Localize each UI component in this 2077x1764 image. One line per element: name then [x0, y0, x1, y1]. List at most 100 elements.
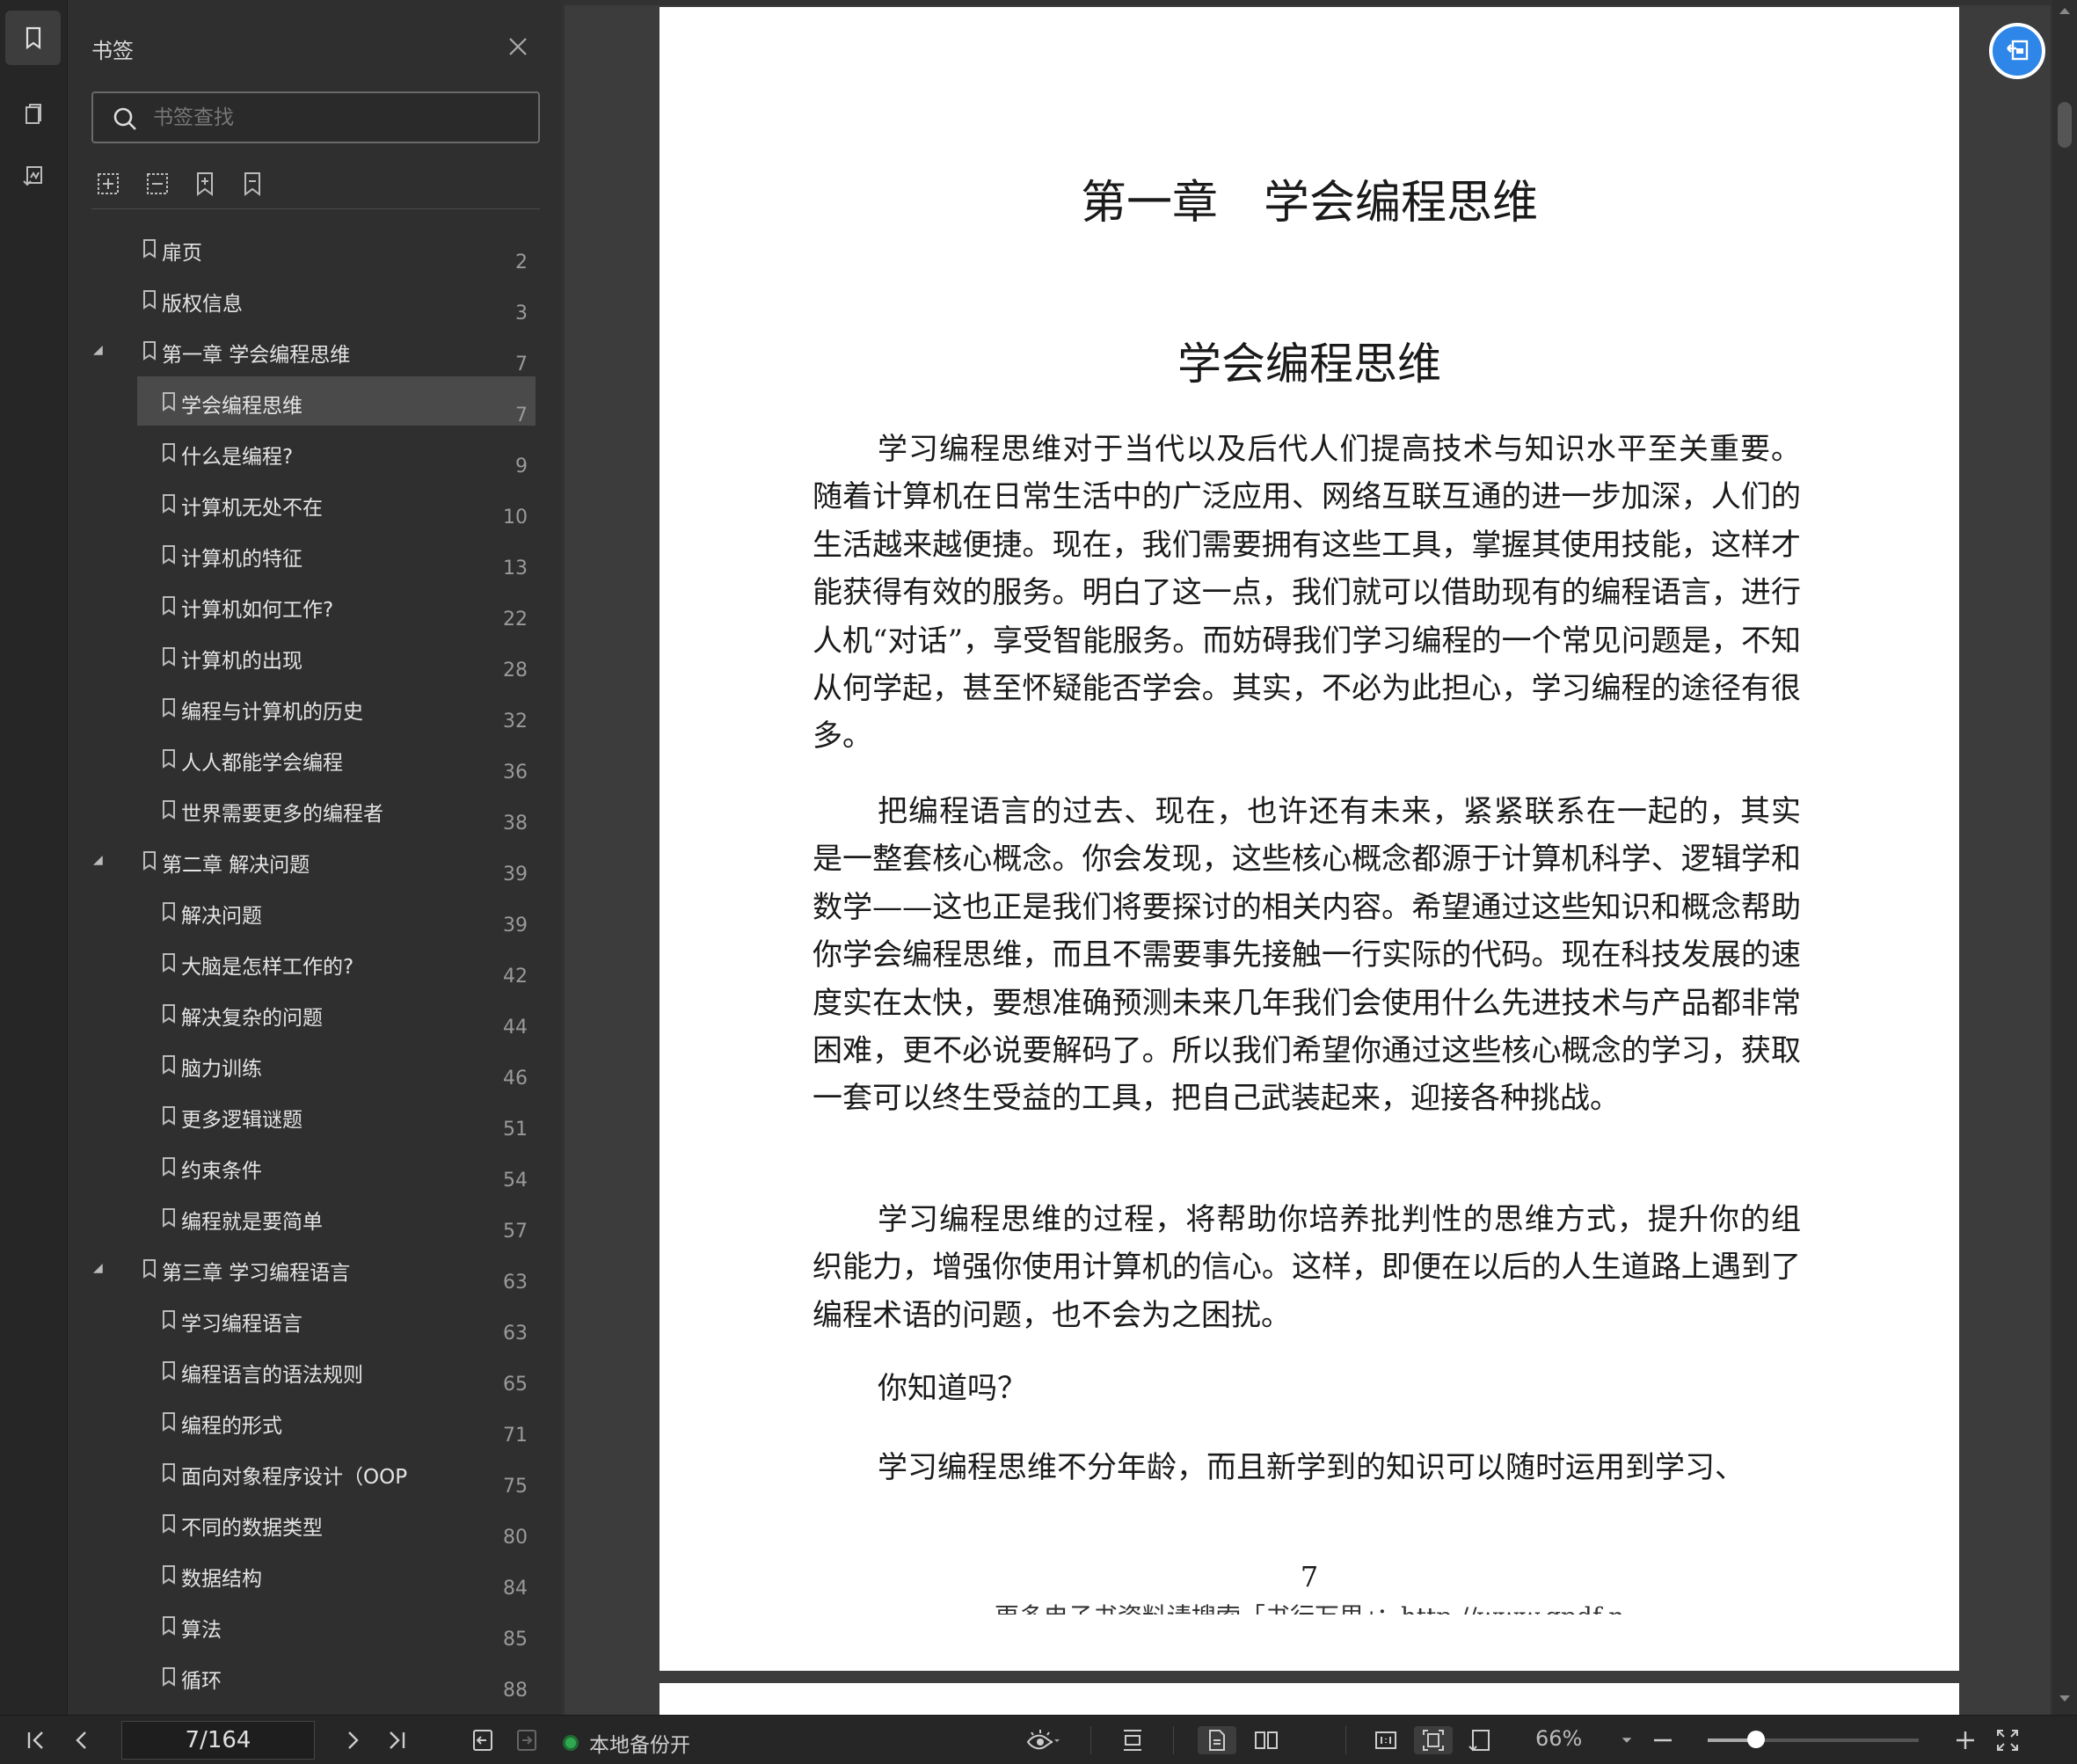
bookmark-item[interactable]: 扉页 2 [69, 222, 543, 273]
bookmark-item[interactable]: ◢ 第二章 解决问题 39 [69, 834, 543, 886]
backup-label: 本地备份开 [589, 1734, 690, 1757]
forward-view-button[interactable] [512, 1726, 542, 1754]
bookmark-search-input[interactable] [153, 100, 522, 135]
bookmark-item[interactable]: 世界需要更多的编程者 38 [69, 783, 543, 835]
convert-float-button[interactable] [1989, 23, 2045, 79]
continuous-scroll-button[interactable] [1115, 1726, 1150, 1754]
single-page-button[interactable] [1198, 1726, 1236, 1754]
next-page-button[interactable] [338, 1726, 368, 1754]
eye-mode-button[interactable] [1017, 1726, 1068, 1754]
prev-page-button[interactable] [67, 1726, 97, 1754]
bookmark-item[interactable]: 循环 88 [69, 1650, 543, 1702]
bookmark-item[interactable]: 计算机如何工作? 22 [69, 579, 543, 631]
zoom-in-button[interactable] [1950, 1726, 1980, 1754]
expand-all-button[interactable] [93, 169, 123, 199]
bookmark-item[interactable]: 脑力训练 46 [69, 1038, 543, 1090]
bookmark-item[interactable]: 算法 85 [69, 1599, 543, 1651]
fullscreen-button[interactable] [1993, 1726, 2022, 1754]
bookmark-label: 扉页 [162, 242, 202, 265]
bookmark-panel-button[interactable] [5, 11, 61, 65]
remove-bookmark-button[interactable] [237, 169, 267, 199]
pages-icon [25, 104, 41, 124]
bookmark-page: 85 [503, 1629, 528, 1651]
bookmark-icon [163, 1157, 175, 1177]
bookmark-item[interactable]: ◢ 第一章 学会编程思维 7 [69, 324, 543, 375]
fit-page-button[interactable] [1414, 1726, 1453, 1754]
zoom-out-button[interactable] [1648, 1726, 1678, 1754]
bookmark-page: 63 [503, 1323, 528, 1345]
continuous-page-icon [1124, 1730, 1141, 1751]
bookmark-item[interactable]: 计算机无处不在 10 [69, 477, 543, 528]
bookmark-icon [163, 1565, 175, 1585]
bookmark-page: 7 [515, 405, 528, 426]
bookmark-icon [143, 290, 156, 310]
bookmark-item[interactable]: 什么是编程? 9 [69, 426, 543, 477]
bookmark-item[interactable]: 编程的形式 71 [69, 1395, 543, 1447]
bookmark-item[interactable]: 约束条件 54 [69, 1140, 543, 1192]
bookmark-item[interactable]: 解决复杂的问题 44 [69, 987, 543, 1039]
double-page-button[interactable] [1247, 1726, 1286, 1754]
document-viewer: 第一章 学会编程思维 学会编程思维 学习编程思维对于当代以及后代人们提高技术与知… [565, 5, 2051, 1718]
bookmark-label: 循环 [181, 1670, 222, 1693]
bookmark-icon [163, 494, 175, 514]
bookmark-item[interactable]: ◢ 第三章 学习编程语言 63 [69, 1242, 543, 1294]
bookmark-item[interactable]: 计算机的特征 13 [69, 528, 543, 579]
bookmark-icon [163, 749, 175, 769]
bookmark-label: 数据结构 [181, 1568, 262, 1591]
bookmark-label: 学习编程语言 [181, 1313, 302, 1336]
bookmark-item[interactable]: 学会编程思维 7 [69, 375, 543, 426]
divider [1173, 1726, 1174, 1754]
backup-status[interactable]: 本地备份开 [563, 1728, 690, 1758]
eye-icon [1026, 1730, 1060, 1750]
annotation-panel-button[interactable] [5, 149, 61, 204]
last-page-icon [390, 1731, 405, 1749]
bookmark-item[interactable]: 解决问题 39 [69, 885, 543, 937]
zoom-slider[interactable] [1708, 1731, 1919, 1748]
scroll-up-icon[interactable] [2058, 5, 2072, 16]
page-number-input[interactable]: 7/164 [121, 1721, 315, 1760]
back-view-button[interactable] [468, 1726, 498, 1754]
bookmark-page: 22 [503, 609, 528, 631]
bookmark-item[interactable]: 编程就是要简单 57 [69, 1191, 543, 1243]
viewer-scrollbar[interactable] [2052, 0, 2077, 1715]
bookmark-item[interactable]: 学习编程语言 63 [69, 1293, 543, 1345]
scroll-down-icon[interactable] [2058, 1694, 2072, 1704]
bookmark-item[interactable]: 不同的数据类型 80 [69, 1497, 543, 1549]
close-icon[interactable] [505, 33, 531, 60]
bookmark-item[interactable]: 人人都能学会编程 36 [69, 732, 543, 784]
bookmark-search[interactable] [91, 91, 540, 143]
bookmark-label: 计算机的特征 [181, 548, 302, 571]
fit-page-icon [1423, 1730, 1444, 1751]
bookmark-item[interactable]: 版权信息 3 [69, 273, 543, 324]
bookmark-item[interactable]: 计算机的出现 28 [69, 630, 543, 682]
expand-arrow-icon[interactable]: ◢ [93, 1261, 103, 1275]
bookmark-label: 更多逻辑谜题 [181, 1109, 302, 1132]
expand-arrow-icon[interactable]: ◢ [93, 343, 103, 357]
bookmark-page: 42 [503, 966, 528, 988]
zoom-level[interactable]: 66% [1535, 1726, 1582, 1751]
zoom-dropdown[interactable] [1616, 1726, 1637, 1754]
bookmark-item[interactable]: 编程语言的语法规则 65 [69, 1344, 543, 1396]
bookmark-item[interactable]: 大脑是怎样工作的? 42 [69, 936, 543, 988]
zoom-slider-knob[interactable] [1747, 1731, 1766, 1748]
collapse-all-button[interactable] [142, 169, 172, 199]
bookmark-page: 75 [503, 1476, 528, 1498]
bookmark-item[interactable]: 数据结构 84 [69, 1548, 543, 1600]
add-bookmark-button[interactable] [190, 169, 220, 199]
fit-width-button[interactable] [1463, 1726, 1498, 1754]
page-number: 7 [1300, 1560, 1319, 1593]
add-bookmark-icon [197, 172, 213, 196]
bookmark-item[interactable]: 编程与计算机的历史 32 [69, 681, 543, 733]
first-page-button[interactable] [21, 1726, 51, 1754]
thumbnail-panel-button[interactable] [5, 88, 61, 142]
bookmark-item[interactable]: 更多逻辑谜题 51 [69, 1089, 543, 1141]
last-page-button[interactable] [382, 1726, 412, 1754]
viewer-scroll-thumb[interactable] [2058, 102, 2072, 148]
expand-arrow-icon[interactable]: ◢ [93, 853, 103, 867]
bookmark-item[interactable]: 面向对象程序设计（OOP 75 [69, 1446, 543, 1498]
reader-app: 书签 扉页2版权信息3◢第一章 学会编程思维7学会编程思维7什么是编程?9计算机… [0, 0, 2077, 1764]
chapter-title: 第一章 学会编程思维 [1080, 177, 1538, 230]
paragraph: 学习编程思维对于当代以及后代人们提高技术与知识水平至关重要。随着计算机在日常生活… [813, 432, 1801, 754]
bookmark-page: 32 [503, 711, 528, 733]
actual-size-button[interactable] [1368, 1726, 1403, 1754]
